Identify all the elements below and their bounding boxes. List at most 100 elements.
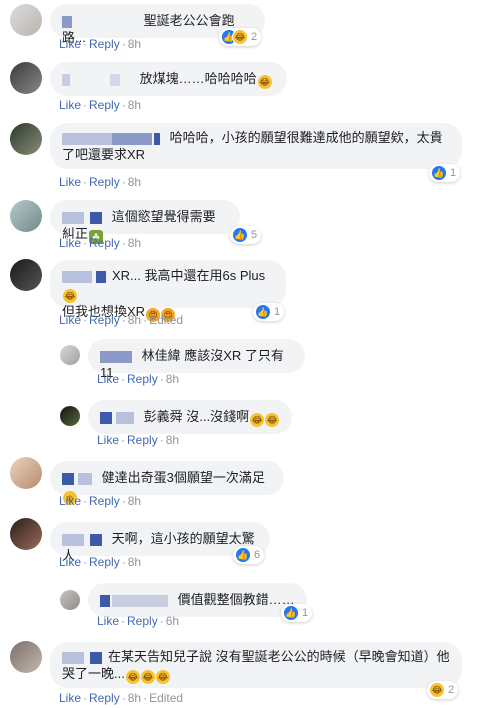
like-link[interactable]: Like [59, 175, 81, 189]
comment-actions: Like · Reply · 8h · Edited [59, 313, 184, 327]
comment-bubble: 健達出奇蛋3個願望一次滿足☺ [50, 461, 284, 505]
commenter-name-redacted[interactable] [62, 472, 92, 485]
comment-actions: Like · Reply · 8h [97, 372, 180, 386]
avatar[interactable] [10, 200, 42, 232]
timestamp[interactable]: 8h [128, 98, 141, 112]
timestamp[interactable]: 8h [128, 555, 141, 569]
avatar[interactable] [10, 457, 42, 489]
rofl-emoji: 😂 [140, 670, 155, 684]
reaction-count[interactable]: 👍 5 [230, 226, 262, 244]
like-link[interactable]: Like [59, 313, 81, 327]
avatar[interactable] [60, 590, 80, 610]
commenter-name-redacted[interactable] [62, 270, 106, 283]
comment-bubble: 價值觀整個教錯…… [88, 583, 307, 617]
reply-link[interactable]: Reply [89, 175, 120, 189]
avatar[interactable] [10, 641, 42, 673]
like-icon: 👍 [232, 227, 248, 243]
comment-bubble: XR... 我高中還在用6s Plus😂 但我也想換XR 😍 😍 [50, 260, 286, 322]
avatar[interactable] [10, 259, 42, 291]
commenter-name-redacted[interactable] [100, 594, 168, 607]
comment-actions: Like · Reply · 8h [59, 37, 142, 51]
reply-link[interactable]: Reply [127, 372, 158, 386]
like-link[interactable]: Like [59, 236, 81, 250]
laugh-emoji: 😂 [250, 413, 265, 427]
avatar[interactable] [10, 62, 42, 94]
comment-bubble: 這個慾望覺得需要糾正 ☘ [50, 200, 240, 244]
reply-link[interactable]: Reply [89, 494, 120, 508]
rofl-emoji: 😂 [155, 670, 170, 684]
comment-text: 放煤塊……哈哈哈哈 [139, 71, 257, 86]
comment-actions: Like · Reply · 8h · Edited [59, 691, 184, 705]
laugh-emoji: 😂 [257, 75, 272, 89]
avatar[interactable] [60, 406, 80, 426]
reply-link[interactable]: Reply [89, 555, 120, 569]
commenter-name-redacted[interactable] [100, 411, 134, 424]
comment-bubble: 在某天告知兒子說 沒有聖誕老公公的時候（早晚會知道）他 哭了一晚... 😂 😂 😂 [50, 642, 462, 688]
comment-bubble: 哈哈哈，小孩的願望很難達成他的願望欸，太貴了吧還要求XR [50, 123, 462, 169]
reaction-count[interactable]: 😂 2 [427, 681, 459, 699]
timestamp[interactable]: 8h [128, 691, 141, 705]
comment-bubble: 林佳緯 應該沒XR 了只有11 [88, 339, 305, 380]
timestamp[interactable]: 6h [166, 614, 179, 628]
avatar[interactable] [10, 123, 42, 155]
like-link[interactable]: Like [59, 494, 81, 508]
reply-link[interactable]: Reply [89, 236, 120, 250]
comment-text: 健達出奇蛋3個願望一次滿足 [101, 470, 265, 485]
haha-icon: 😂 [429, 682, 445, 698]
commenter-name-redacted[interactable] [62, 211, 102, 224]
comment-text: 在某天告知兒子說 沒有聖誕老公公的時候（早晚會知道）他 [108, 649, 450, 664]
reply-link[interactable]: Reply [127, 433, 158, 447]
timestamp[interactable]: 8h [166, 433, 179, 447]
commenter-name-redacted[interactable] [62, 73, 120, 86]
timestamp[interactable]: 8h [166, 372, 179, 386]
timestamp[interactable]: 8h [128, 313, 141, 327]
timestamp[interactable]: 8h [128, 236, 141, 250]
commenter-name-redacted[interactable] [62, 651, 102, 664]
like-link[interactable]: Like [97, 433, 119, 447]
reaction-count[interactable]: 👍 6 [233, 546, 265, 564]
like-link[interactable]: Like [59, 691, 81, 705]
rofl-emoji: 😂 [125, 670, 140, 684]
comment-text: 價值觀整個教錯…… [177, 592, 295, 607]
like-link[interactable]: Like [59, 555, 81, 569]
comment-text: 彭義舜 沒...沒錢啊 [143, 409, 250, 424]
avatar[interactable] [10, 4, 42, 36]
comment-text: XR... 我高中還在用6s Plus [112, 268, 266, 283]
commenter-name-redacted[interactable] [100, 350, 132, 363]
reply-link[interactable]: Reply [89, 313, 120, 327]
like-link[interactable]: Like [97, 614, 119, 628]
like-link[interactable]: Like [59, 98, 81, 112]
reply-link[interactable]: Reply [89, 37, 120, 51]
like-link[interactable]: Like [97, 372, 119, 386]
like-icon: 👍 [283, 605, 299, 621]
avatar[interactable] [60, 345, 80, 365]
timestamp[interactable]: 8h [128, 37, 141, 51]
laugh-emoji: 😂 [63, 289, 77, 303]
reaction-count[interactable]: 👍 😂 2 [219, 28, 262, 46]
reaction-count[interactable]: 👍 1 [281, 604, 313, 622]
timestamp[interactable]: 8h [128, 175, 141, 189]
laugh-emoji: 😂 [265, 413, 280, 427]
edited-label[interactable]: Edited [149, 313, 183, 327]
reply-link[interactable]: Reply [89, 98, 120, 112]
commenter-name-redacted[interactable] [62, 132, 160, 145]
comment-actions: Like · Reply · 8h [59, 98, 142, 112]
comment-actions: Like · Reply · 8h [59, 175, 142, 189]
commenter-name-redacted[interactable] [62, 15, 72, 28]
avatar[interactable] [10, 518, 42, 550]
reply-link[interactable]: Reply [89, 691, 120, 705]
like-link[interactable]: Like [59, 37, 81, 51]
edited-label[interactable]: Edited [149, 691, 183, 705]
comment-bubble: 放煤塊……哈哈哈哈 😂 [50, 62, 287, 96]
like-icon: 👍 [235, 547, 251, 563]
comment-actions: Like · Reply · 6h [97, 614, 180, 628]
like-icon: 👍 [431, 165, 447, 181]
timestamp[interactable]: 8h [128, 494, 141, 508]
comment-actions: Like · Reply · 8h [59, 236, 142, 250]
haha-icon: 😂 [232, 29, 248, 45]
comment-actions: Like · Reply · 8h [59, 555, 142, 569]
reaction-count[interactable]: 👍 1 [253, 303, 285, 321]
reaction-count[interactable]: 👍 1 [429, 164, 461, 182]
commenter-name-redacted[interactable] [62, 533, 102, 546]
reply-link[interactable]: Reply [127, 614, 158, 628]
